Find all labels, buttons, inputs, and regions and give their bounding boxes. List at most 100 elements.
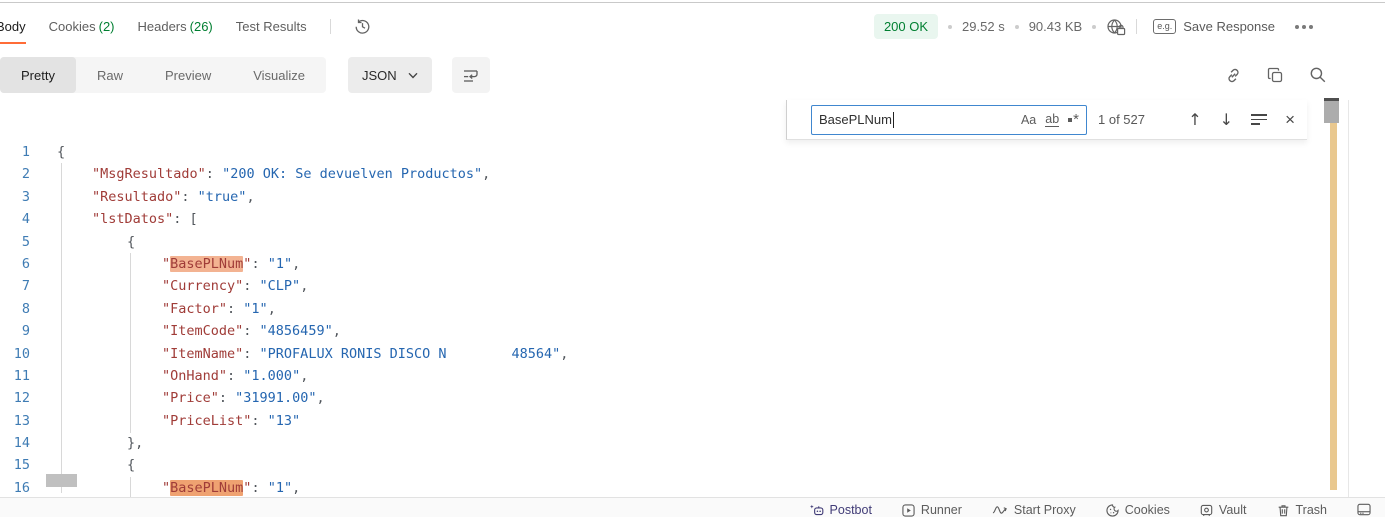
view-mode-switch: PrettyRawPreviewVisualize [0,57,326,93]
statusbar-runner[interactable]: Runner [902,503,962,517]
statusbar-label: Postbot [830,503,872,517]
code-line: 12"Price": "31991.00", [0,387,1325,409]
statusbar-label: Trash [1296,503,1328,517]
code-line: 6"BasePLNum": "1", [0,253,1325,275]
language-dropdown-label: JSON [362,68,397,83]
tab-body[interactable]: Body [0,4,26,49]
tab-headers[interactable]: Headers(26) [138,4,213,49]
network-info-icon[interactable] [1106,18,1126,36]
next-match-button[interactable]: ↓ [1220,112,1233,128]
line-number: 5 [0,231,30,253]
find-options-icon[interactable] [1251,114,1267,125]
response-meta: 200 OK 29.52 s 90.43 KB e.g. Save Respon… [874,14,1317,39]
whole-word-toggle[interactable]: ab [1045,112,1059,127]
statusbar-cookies[interactable]: Cookies [1106,503,1170,517]
statusbar-postbot[interactable]: Postbot [809,503,872,517]
statusbar-start-proxy[interactable]: Start Proxy [992,503,1076,517]
regex-toggle[interactable]: * [1068,115,1079,125]
code-line: 9"ItemCode": "4856459", [0,320,1325,342]
scrollbar-thumb-horizontal[interactable] [46,474,77,487]
text-cursor [893,112,895,128]
code-text: }, [127,432,143,454]
match-count: 1 of 527 [1098,112,1145,127]
view-mode-raw[interactable]: Raw [76,57,144,93]
code-line: 5{ [0,231,1325,253]
code-text: "Resultado": "true", [92,186,255,208]
search-match-highlight: BasePLNum [170,256,243,272]
response-time: 29.52 s [962,19,1005,34]
statusbar-label: Start Proxy [1014,503,1076,517]
code-line: 3 "Resultado": "true", [0,186,1325,208]
tab-label: Headers [138,19,187,34]
line-number: 4 [0,208,30,230]
view-mode-visualize[interactable]: Visualize [232,57,326,93]
response-size: 90.43 KB [1029,19,1083,34]
copy-body-button[interactable] [1267,67,1284,84]
tab-label: Cookies [49,19,96,34]
response-view-toolbar: PrettyRawPreviewVisualize JSON [0,50,1385,100]
code-line: 2 "MsgResultado": "200 OK: Se devuelven P… [0,163,1325,185]
match-case-toggle[interactable]: Aa [1021,113,1036,127]
wrap-text-button[interactable] [452,57,490,93]
code-line: 10 "ItemName": "PROFALUX RONIS DISCO N 48… [0,343,1325,365]
view-mode-pretty[interactable]: Pretty [0,57,76,93]
console-icon [1357,503,1371,516]
search-overview-ruler [1330,100,1337,490]
previous-match-button[interactable]: ↑ [1188,112,1201,128]
language-dropdown[interactable]: JSON [348,57,432,93]
response-body-editor[interactable]: 1{2"MsgResultado": "200 OK: Se devuelven… [0,100,1385,497]
status-badge: 200 OK [874,14,938,39]
line-number: 16 [0,477,30,497]
response-history-button[interactable] [354,18,371,35]
code-line: 8"Factor": "1", [0,298,1325,320]
code-text: "BasePLNum": "1", [162,477,300,497]
trash-icon [1277,504,1290,517]
more-actions-button[interactable] [1291,21,1317,33]
code-text: { [127,454,135,476]
code-text: "lstDatos": [ [92,208,198,230]
cookie-icon [1106,504,1119,517]
statusbar-label: Vault [1219,503,1247,517]
statusbar-trash[interactable]: Trash [1277,503,1328,517]
code-text: "MsgResultado": "200 OK: Se devuelven Pr… [92,163,490,185]
search-input[interactable]: BasePLNum Aa ab * [811,105,1087,135]
code-line: 7"Currency": "CLP", [0,275,1325,297]
view-mode-preview[interactable]: Preview [144,57,232,93]
copy-icon [1267,67,1284,84]
code-text: { [57,141,65,163]
close-search-button[interactable]: × [1285,112,1295,128]
response-tab-list: Body Cookies(2) Headers(26) Test Results [0,4,371,49]
code-line: 15{ [0,454,1325,476]
code-text: "ItemName": "PROFALUX RONIS DISCO N 4856… [162,343,568,365]
tab-count-badge: (26) [190,19,213,34]
line-number: 10 [0,343,30,365]
search-body-button[interactable] [1309,66,1327,84]
dot-separator [1015,25,1019,29]
tab-test-results[interactable]: Test Results [236,4,307,49]
line-number: 12 [0,387,30,409]
line-number: 3 [0,186,30,208]
vault-icon [1200,504,1213,517]
save-response-button[interactable]: e.g. Save Response [1147,18,1281,35]
line-number: 2 [0,163,30,185]
tab-cookies[interactable]: Cookies(2) [49,4,115,49]
line-number: 8 [0,298,30,320]
line-number: 14 [0,432,30,454]
search-match-highlight: BasePLNum [170,480,243,496]
code-text: "ItemCode": "4856459", [162,320,341,342]
save-response-label: Save Response [1183,19,1275,34]
copy-link-button[interactable] [1225,67,1242,84]
editor-right-edge [1348,100,1349,497]
scrollbar-thumb-vertical[interactable] [1324,98,1339,123]
code-content: 1{2"MsgResultado": "200 OK: Se devuelven… [0,141,1325,497]
statusbar-console-button[interactable] [1357,503,1371,516]
code-text: "BasePLNum": "1", [162,253,300,275]
find-panel: BasePLNum Aa ab * 1 of 527 ↑ ↓ × [786,100,1307,140]
statusbar-vault[interactable]: Vault [1200,503,1247,517]
response-header: Body Cookies(2) Headers(26) Test Results 20… [0,3,1385,50]
search-icon [1309,66,1327,84]
code-line: 4 "lstDatos": [ [0,208,1325,230]
line-number: 11 [0,365,30,387]
tab-label: Body [0,19,26,34]
postbot-icon [809,504,824,517]
